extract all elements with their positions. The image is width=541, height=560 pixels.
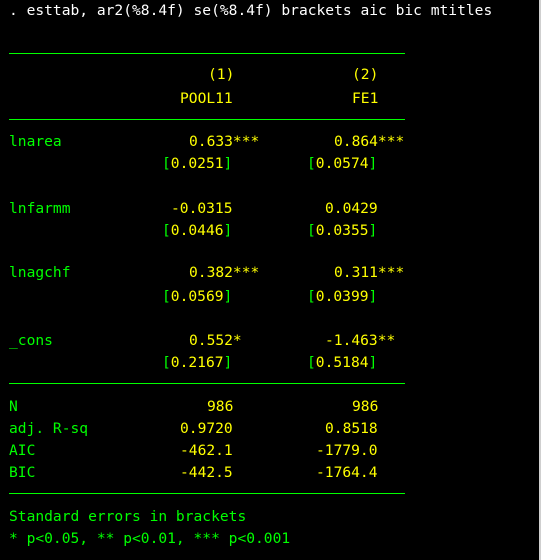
stat-label-bic: BIC (9, 464, 36, 481)
stat-n-col2: 986 (352, 398, 379, 415)
se-lnarea-col2-text: [0.0574] (307, 155, 378, 172)
stat-bic-col1: -442.5 (180, 464, 233, 481)
se-lnagchf-col2: [0.0399] (307, 286, 377, 308)
se-lnarea-col1: [0.0251] (162, 153, 232, 175)
se-cons-col2: [0.5184] (307, 352, 377, 374)
se-cons-col1-text: [0.2167] (162, 354, 233, 371)
footer-note-pvalues: * p<0.05, ** p<0.01, *** p<0.001 (9, 530, 291, 547)
coef-lnagchf-col1: 0.382*** (189, 264, 260, 281)
table-rule-bottom (9, 493, 405, 494)
se-lnagchf-col2-text: [0.0399] (307, 288, 378, 305)
table-rule-header (9, 119, 405, 120)
coef-lnarea-col2: 0.864*** (334, 133, 405, 150)
command-line: . esttab, ar2(%8.4f) se(%8.4f) brackets … (9, 2, 493, 19)
se-lnarea-col1-text: [0.0251] (162, 155, 233, 172)
coef-cons-col1: 0.552* (189, 332, 242, 349)
coef-lnagchf-col2: 0.311*** (334, 264, 405, 281)
se-lnfarmm-col1: [0.0446] (162, 220, 232, 242)
stata-results-window: . esttab, ar2(%8.4f) se(%8.4f) brackets … (0, 0, 541, 560)
se-lnagchf-col1: [0.0569] (162, 286, 232, 308)
stat-n-col1: 986 (207, 398, 234, 415)
stat-label-aic: AIC (9, 442, 36, 459)
footer-note-brackets: Standard errors in brackets (9, 508, 247, 525)
col2-number: (2) (352, 66, 379, 83)
se-lnfarmm-col2-text: [0.0355] (307, 222, 378, 239)
se-lnarea-col2: [0.0574] (307, 153, 377, 175)
se-cons-col1: [0.2167] (162, 352, 232, 374)
stat-adj-r-sq-col2: 0.8518 (325, 420, 378, 437)
col2-title: FE1 (352, 90, 379, 107)
se-lnfarmm-col1-text: [0.0446] (162, 222, 233, 239)
row-label-cons: _cons (9, 332, 53, 349)
stat-label-adj-r-sq: adj. R-sq (9, 420, 89, 437)
coef-lnfarmm-col2: 0.0429 (325, 200, 378, 217)
se-lnagchf-col1-text: [0.0569] (162, 288, 233, 305)
se-cons-col2-text: [0.5184] (307, 354, 378, 371)
stat-aic-col2: -1779.0 (316, 442, 378, 459)
table-rule-top (9, 53, 405, 54)
col1-number: (1) (208, 66, 235, 83)
coef-cons-col2: -1.463** (325, 332, 396, 349)
row-label-lnarea: lnarea (9, 133, 62, 150)
col1-title: POOL11 (180, 90, 233, 107)
row-label-lnfarmm: lnfarmm (9, 200, 71, 217)
stat-aic-col1: -462.1 (180, 442, 233, 459)
stat-bic-col2: -1764.4 (316, 464, 378, 481)
row-label-lnagchf: lnagchf (9, 264, 71, 281)
table-rule-stats (9, 383, 405, 384)
stat-label-n: N (9, 398, 18, 415)
coef-lnarea-col1: 0.633*** (189, 133, 260, 150)
se-lnfarmm-col2: [0.0355] (307, 220, 377, 242)
stat-adj-r-sq-col1: 0.9720 (180, 420, 233, 437)
coef-lnfarmm-col1: -0.0315 (171, 200, 233, 217)
